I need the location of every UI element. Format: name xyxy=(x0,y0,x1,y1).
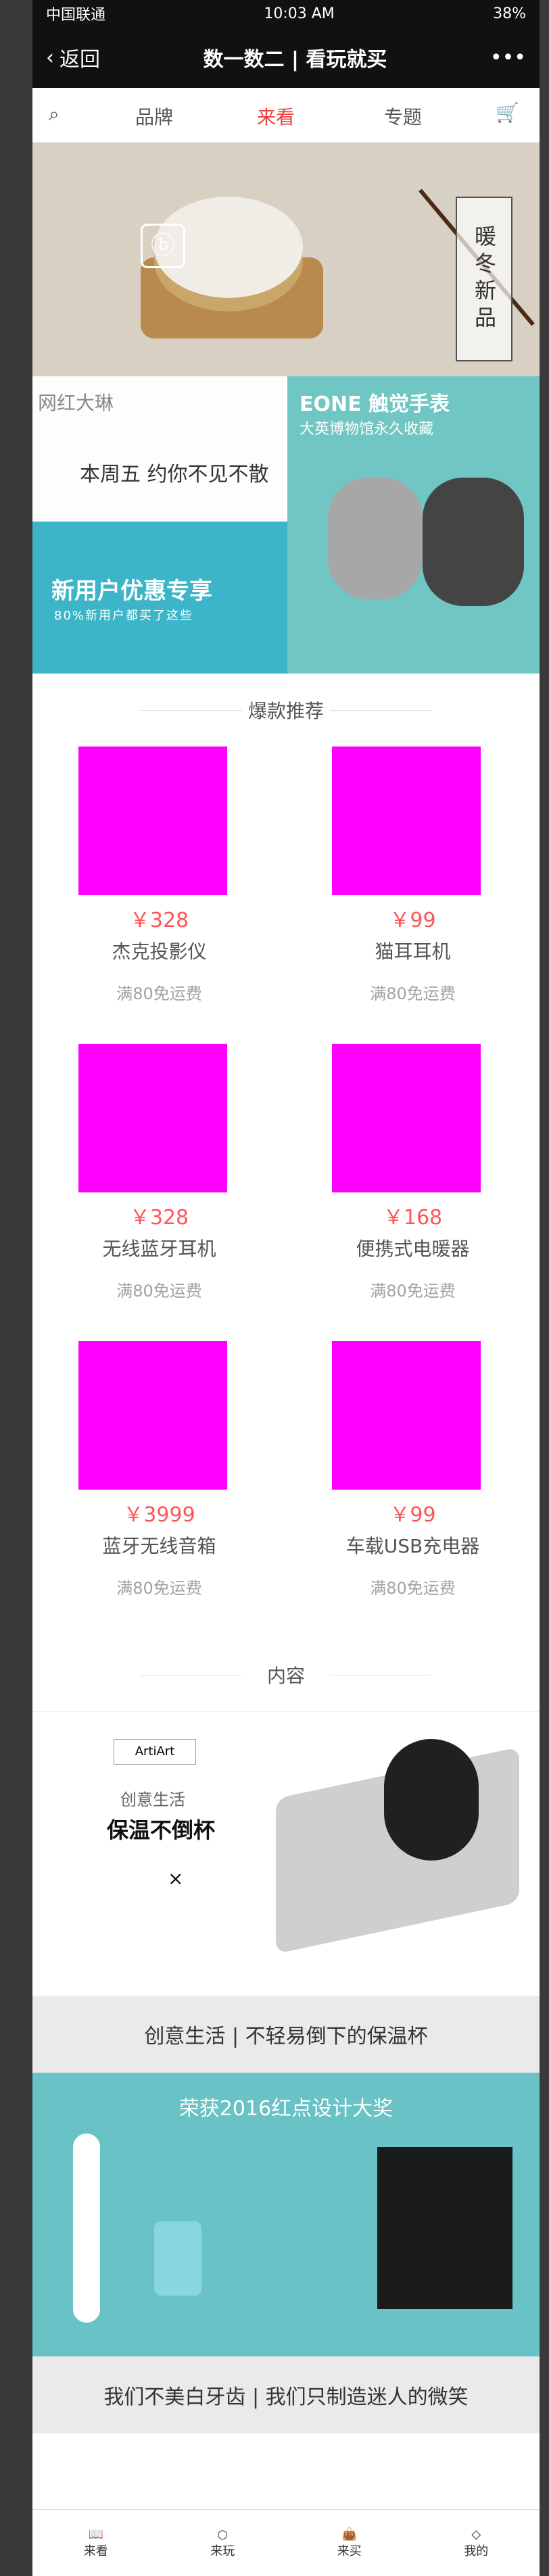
bottom-nav-buy[interactable]: 👜 来买 xyxy=(337,2527,362,2559)
promo-left-top[interactable]: 网红大琳 本周五 约你不见不散 xyxy=(32,376,287,522)
banner2-line1: 创意生活 xyxy=(120,1790,185,1809)
section-title-hot-text: 爆款推荐 xyxy=(247,700,324,722)
tab-topic[interactable]: 专题 xyxy=(384,103,422,130)
promo-left-bottom-title: 新用户优惠专享 xyxy=(51,578,212,605)
product-shipping: 满80免运费 xyxy=(370,1579,456,1598)
product-grid: ￥328 杰克投影仪 满80免运费 ￥99 猫耳耳机 满80免运费 ￥328 无… xyxy=(32,747,540,1638)
cup-shape xyxy=(154,2221,201,2296)
hero-vertical-tag: 暖冬新品 xyxy=(456,197,512,361)
product-name: 蓝牙无线音箱 xyxy=(102,1535,216,1557)
promo-left-bottom[interactable]: 新用户优惠专享 80%新用户都买了这些 xyxy=(32,522,287,674)
banner3-title: 荣获2016红点设计大奖 xyxy=(178,2097,393,2121)
bag-icon: 👜 xyxy=(341,2527,357,2542)
product-name: 便携式电暖器 xyxy=(356,1238,470,1260)
bottom-nav-play[interactable]: ○ 来玩 xyxy=(210,2527,235,2559)
promo-left-top-sub: 本周五 约你不见不散 xyxy=(80,463,269,486)
promo-left-top-title: 网红大琳 xyxy=(38,392,114,414)
product-name: 猫耳耳机 xyxy=(375,940,451,963)
product-price: ￥328 xyxy=(129,1206,189,1230)
product-price: ￥168 xyxy=(383,1206,443,1230)
product-price: ￥328 xyxy=(129,909,189,932)
caption-cup: 创意生活 | 不轻易倒下的保温杯 xyxy=(32,1996,540,2073)
toothbrush-shape xyxy=(73,2133,100,2323)
more-button[interactable]: ••• xyxy=(490,46,526,70)
product-name: 车载USB充电器 xyxy=(345,1535,480,1557)
promo-right[interactable]: EONE 触觉手表 大英博物馆永久收藏 xyxy=(287,376,540,674)
banner2-line2: 保温不倒杯 xyxy=(107,1817,216,1843)
back-chevron-icon: ‹ xyxy=(46,45,54,70)
section-title-content-text: 内容 xyxy=(266,1665,305,1687)
speaker-image xyxy=(78,1341,227,1490)
tab-brand[interactable]: 品牌 xyxy=(135,103,173,130)
product-price: ￥3999 xyxy=(123,1503,195,1527)
product-shipping: 满80免运费 xyxy=(116,1579,202,1598)
tab-look[interactable]: 来看 xyxy=(257,103,295,130)
projector-image xyxy=(78,747,227,895)
usb-charger-image xyxy=(332,1341,481,1490)
product-card[interactable]: ￥328 杰克投影仪 满80免运费 xyxy=(32,747,286,1044)
diamond-icon: ◇ xyxy=(471,2527,481,2542)
battery-text: 38% xyxy=(493,5,526,22)
book-icon: 📖 xyxy=(88,2527,103,2542)
time-text: 10:03 AM xyxy=(264,5,335,22)
product-card[interactable]: ￥3999 蓝牙无线音箱 满80免运费 xyxy=(32,1341,286,1638)
back-button[interactable]: ‹ 返回 xyxy=(46,43,100,72)
product-card[interactable]: ￥99 猫耳耳机 满80免运费 xyxy=(286,747,540,1044)
product-shipping: 满80免运费 xyxy=(116,984,202,1003)
product-card[interactable]: ￥168 便携式电暖器 满80免运费 xyxy=(286,1044,540,1341)
product-price: ￥99 xyxy=(389,1503,436,1527)
product-card[interactable]: ￥328 无线蓝牙耳机 满80免运费 xyxy=(32,1044,286,1341)
portable-heater-image xyxy=(332,1044,481,1192)
search-icon[interactable]: ⌕ xyxy=(49,103,59,126)
section-title-hot: 爆款推荐 xyxy=(32,674,540,747)
carrier-text: 中国联通 xyxy=(46,7,106,24)
watch-left-shape xyxy=(328,478,423,599)
watch-right-shape xyxy=(423,478,524,606)
product-shipping: 满80免运费 xyxy=(116,1282,202,1300)
nav-bar: ‹ 返回 数一数二 | 看玩就买 ••• xyxy=(32,27,540,88)
status-bar: 中国联通 10:03 AM 38% xyxy=(32,0,540,27)
promo-left: 网红大琳 本周五 约你不见不散 新用户优惠专享 80%新用户都买了这些 xyxy=(32,376,287,674)
thermos-shape xyxy=(384,1739,479,1861)
cat-ear-headphones-image xyxy=(332,747,481,895)
box-shape xyxy=(377,2147,512,2309)
brand-box: ArtiArt xyxy=(114,1739,196,1765)
product-price: ￥99 xyxy=(389,909,436,932)
product-card[interactable]: ￥99 车载USB充电器 满80免运费 xyxy=(286,1341,540,1638)
product-shipping: 满80免运费 xyxy=(370,1282,456,1300)
cart-icon[interactable]: 🛒 xyxy=(496,101,519,124)
play-icon: ○ xyxy=(217,2527,229,2542)
content-banner-award[interactable]: 荣获2016红点设计大奖 xyxy=(32,2073,540,2356)
app-canvas: 中国联通 10:03 AM 38% ‹ 返回 数一数二 | 看玩就买 ••• ⌕… xyxy=(32,0,540,2576)
section-title-content: 内容 xyxy=(32,1638,540,1711)
bottom-nav-me[interactable]: ◇ 我的 xyxy=(464,2527,488,2559)
banner2-times: × xyxy=(168,1867,184,1890)
hero-banner[interactable]: ⓑ 暖冬新品 xyxy=(32,143,540,376)
bottom-nav-look[interactable]: 📖 来看 xyxy=(84,2527,108,2559)
back-label: 返回 xyxy=(59,48,100,72)
page-title: 数一数二 | 看玩就买 xyxy=(203,48,387,72)
product-name: 无线蓝牙耳机 xyxy=(102,1238,216,1260)
promo-left-bottom-sub: 80%新用户都买了这些 xyxy=(54,609,194,623)
product-name: 杰克投影仪 xyxy=(112,940,207,963)
brand-logo-icon: ⓑ xyxy=(141,224,185,268)
promo-right-sub: 大英博物馆永久收藏 xyxy=(300,421,434,438)
content-banner-cup[interactable]: ArtiArt 创意生活 保温不倒杯 × xyxy=(32,1711,540,1996)
product-shipping: 满80免运费 xyxy=(370,984,456,1003)
caption-award: 我们不美白牙齿 | 我们只制造迷人的微笑 xyxy=(32,2356,540,2433)
tab-bar: ⌕ 品牌 来看 专题 🛒 xyxy=(32,88,540,143)
bottom-nav: 📖 来看 ○ 来玩 👜 来买 ◇ 我的 xyxy=(32,2509,540,2576)
promo-right-title: EONE 触觉手表 xyxy=(300,393,450,416)
promo-grid: 网红大琳 本周五 约你不见不散 新用户优惠专享 80%新用户都买了这些 EONE… xyxy=(32,376,540,674)
bluetooth-headphones-image xyxy=(78,1044,227,1192)
